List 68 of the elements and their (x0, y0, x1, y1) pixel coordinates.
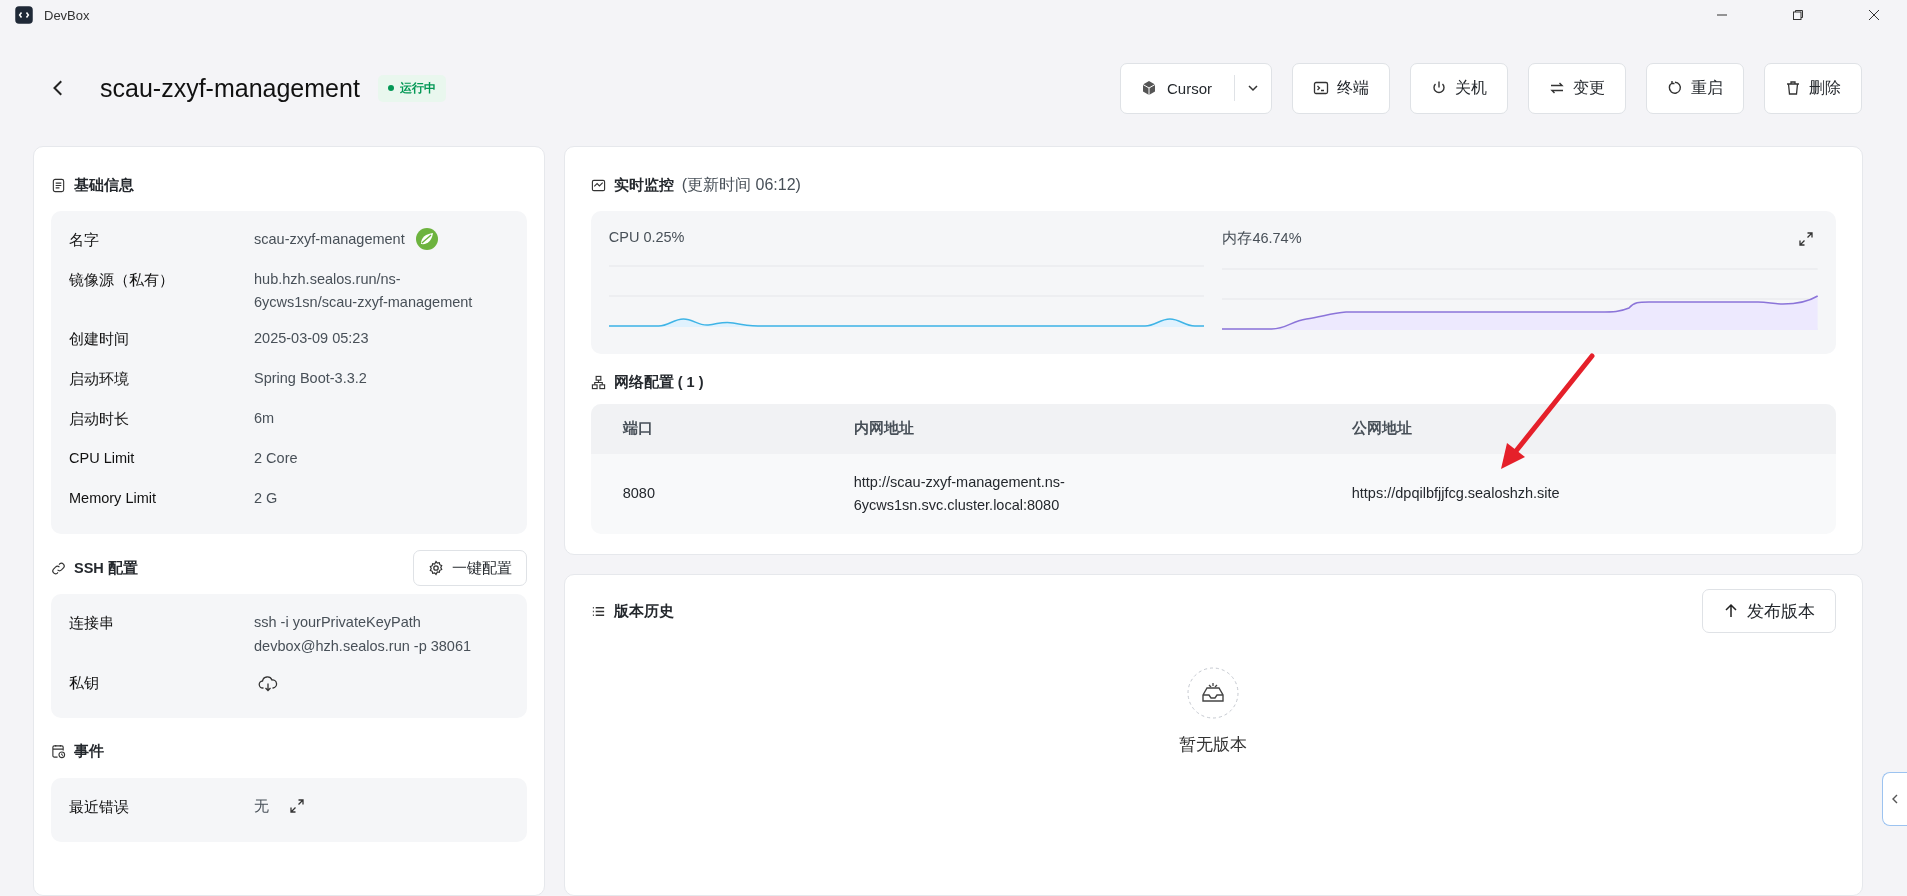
section-title: 实时监控 (613, 175, 674, 195)
swap-icon (1549, 80, 1565, 96)
action-button[interactable]: 关机 (1410, 62, 1508, 114)
field-value: ssh -i yourPrivateKeyPath devbox@hzh.sealos.run -p 38061 (254, 613, 473, 656)
publish-version-button[interactable]: 发布版本 (1702, 589, 1836, 633)
terminal-icon (1313, 80, 1329, 96)
field-value: 2 Core (254, 449, 298, 469)
update-time: (更新时间 06:12) (681, 174, 801, 195)
expand-icon[interactable] (289, 797, 305, 814)
field-label: Memory Limit (69, 490, 157, 509)
app-logo-icon (14, 5, 34, 25)
column-header: 公网地址 (1350, 419, 1413, 439)
arrow-up-icon (1723, 603, 1739, 619)
column-header: 内网地址 (852, 419, 915, 439)
field-value: hub.hzh.sealos.run/ns-6ycws1sn/scau-zxyf-management (254, 270, 474, 313)
chevron-left-icon (1890, 793, 1900, 805)
ide-button[interactable]: Cursor (1120, 62, 1272, 114)
action-button[interactable]: 删除 (1764, 62, 1862, 114)
cube-icon (1141, 80, 1157, 96)
section-title: 基础信息 (74, 175, 134, 195)
empty-box-icon (1187, 667, 1240, 719)
field-label: 最近错误 (69, 797, 130, 817)
action-button[interactable]: 终端 (1292, 62, 1390, 114)
field-label: 名字 (69, 231, 100, 250)
field-value: 6m (254, 409, 275, 429)
field-label: 镜像源（私有） (69, 271, 175, 290)
section-title: 网络配置 ( 1 ) (613, 372, 704, 392)
power-icon (1431, 80, 1447, 96)
action-button[interactable]: 变更 (1528, 62, 1626, 114)
table-cell-text: 8080 (621, 484, 656, 504)
restart-icon (1667, 80, 1683, 96)
restore-icon[interactable] (1792, 9, 1804, 21)
memory-usage: 内存46.74% (1222, 229, 1302, 248)
network-icon (590, 374, 606, 390)
section-title: SSH 配置 (74, 558, 138, 578)
field-label: CPU Limit (69, 450, 136, 469)
empty-message: 暂无版本 (1179, 734, 1248, 756)
cpu-usage: CPU 0.25% (608, 229, 686, 245)
field-value: scau-zxyf-management (254, 230, 405, 249)
table-cell-text: https://dpqilbfjjfcg.sealoshzh.site (1350, 484, 1561, 504)
field-label: 创建时间 (69, 330, 130, 350)
cloud-download-icon[interactable] (258, 675, 278, 692)
link-icon (51, 560, 66, 576)
action-button[interactable]: 重启 (1646, 62, 1744, 114)
leaf-icon (414, 227, 439, 251)
table-cell-text: http://scau-zxyf-management.ns-6ycws1sn.svc.cluster.local:8080 (852, 472, 1066, 515)
close-icon[interactable] (1868, 9, 1880, 21)
window-title: DevBox (44, 7, 90, 23)
section-title: 版本历史 (613, 601, 674, 621)
calendar-clock-icon (51, 744, 66, 760)
field-value: 2025-03-09 05:23 (254, 329, 369, 349)
field-label: 私钥 (69, 673, 100, 693)
field-label: 启动时长 (69, 410, 130, 430)
field-label: 连接串 (69, 614, 115, 634)
document-icon (51, 177, 66, 193)
expand-icon[interactable] (1798, 230, 1814, 247)
field-value: 无 (254, 796, 269, 816)
monitor-icon (590, 177, 606, 193)
column-header: 端口 (621, 419, 654, 439)
one-click-config-button[interactable]: 一键配置 (412, 550, 527, 587)
trash-icon (1785, 80, 1801, 96)
section-title: 事件 (74, 742, 104, 762)
status-badge: 运行中 (377, 74, 446, 102)
devbox-name: scau-zxyf-management (100, 73, 360, 103)
settings-icon (427, 560, 444, 577)
field-value: 2 G (254, 489, 278, 509)
field-label: 启动环境 (69, 370, 130, 390)
field-value: Spring Boot-3.3.2 (254, 369, 367, 389)
